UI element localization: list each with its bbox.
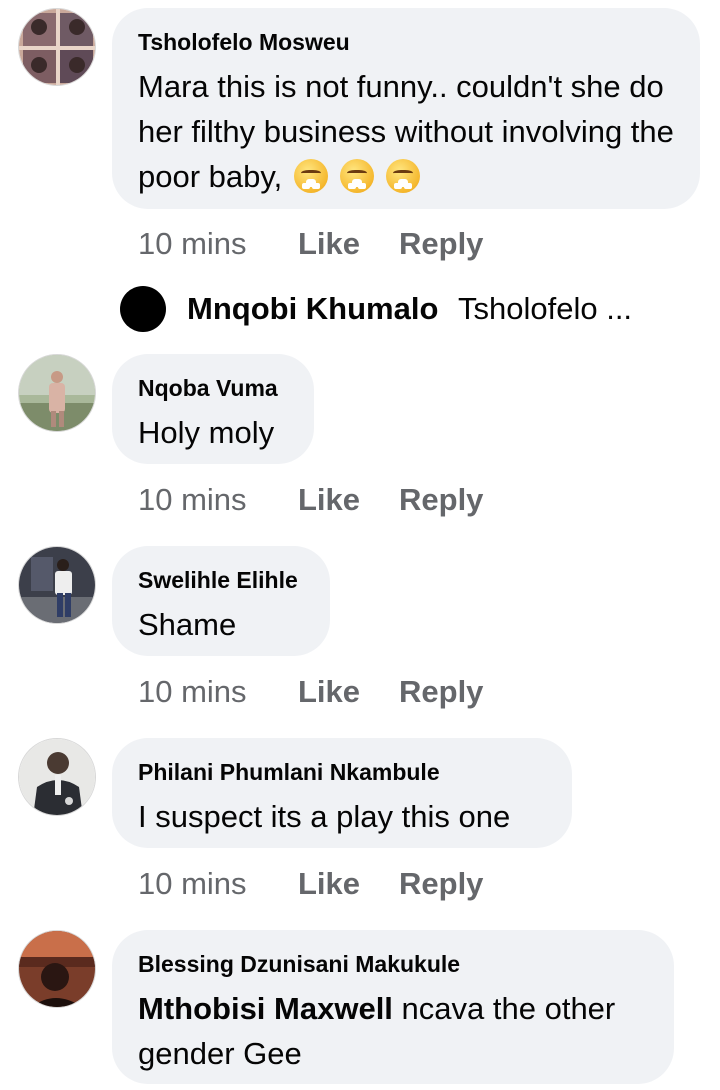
like-button[interactable]: Like [298, 224, 360, 264]
comment-text: Mara this is not funny.. couldn't she do… [138, 69, 674, 194]
reply-button[interactable]: Reply [399, 864, 483, 904]
avatar[interactable] [18, 738, 96, 816]
like-button[interactable]: Like [298, 480, 360, 520]
comment-text: Shame [138, 607, 237, 642]
avatar[interactable] [18, 546, 96, 624]
reply-avatar[interactable] [120, 286, 166, 332]
comment-bubble: Swelihle Elihle Shame [112, 546, 330, 656]
commenter-name[interactable]: Swelihle Elihle [138, 566, 304, 594]
comment-bubble: Tsholofelo Mosweu Mara this is not funny… [112, 8, 700, 209]
comment-bubble: Philani Phumlani Nkambule I suspect its … [112, 738, 572, 848]
weary-face-emoji-icon [386, 159, 421, 193]
commenter-name[interactable]: Nqoba Vuma [138, 374, 288, 402]
reply-button[interactable]: Reply [399, 224, 483, 264]
comment-bubble: Blessing Dzunisani Makukule Mthobisi Max… [112, 930, 674, 1084]
commenter-name[interactable]: Tsholofelo Mosweu [138, 28, 674, 56]
comment-text: Holy moly [138, 415, 275, 450]
profile-photo [19, 355, 95, 431]
avatar[interactable] [18, 354, 96, 432]
reply-preview-text[interactable]: Tsholofelo ... [458, 286, 632, 332]
commenter-name[interactable]: Philani Phumlani Nkambule [138, 758, 546, 786]
commenter-name[interactable]: Blessing Dzunisani Makukule [138, 950, 648, 978]
comment-text: I suspect its a play this one [138, 799, 511, 834]
comment-bubble: Nqoba Vuma Holy moly [112, 354, 314, 464]
profile-photo [19, 739, 95, 815]
reply-author-name[interactable]: Mnqobi Khumalo [187, 286, 438, 332]
like-button[interactable]: Like [298, 672, 360, 712]
mention-link[interactable]: Mthobisi Maxwell [138, 991, 393, 1026]
avatar[interactable] [18, 930, 96, 1008]
comment-text: Mthobisi Maxwell ncava the other gender … [138, 991, 616, 1071]
profile-photo [19, 931, 95, 1007]
comment-time: 10 mins [138, 674, 247, 709]
avatar[interactable] [18, 8, 96, 86]
reply-button[interactable]: Reply [399, 672, 483, 712]
like-button[interactable]: Like [298, 864, 360, 904]
comment-time: 10 mins [138, 482, 247, 517]
profile-photo [19, 547, 95, 623]
weary-face-emoji-icon [340, 159, 375, 193]
profile-photo-collage [19, 9, 95, 85]
reply-button[interactable]: Reply [399, 480, 483, 520]
comment-time: 10 mins [138, 226, 247, 261]
comment-time: 10 mins [138, 866, 247, 901]
weary-face-emoji-icon [294, 159, 329, 193]
